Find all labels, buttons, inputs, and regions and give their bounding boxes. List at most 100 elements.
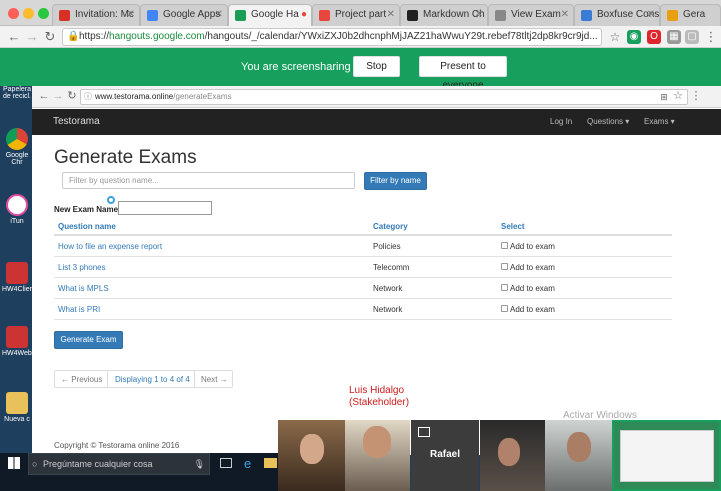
desktop-icon-label: HW4Clien [2, 286, 34, 293]
close-icon[interactable]: ✕ [387, 9, 395, 20]
star-icon[interactable]: ☆ [607, 29, 623, 45]
screen-preview [620, 430, 714, 482]
participant-video-thumbnail[interactable] [278, 420, 345, 491]
question-name-link[interactable]: List 3 phones [58, 263, 106, 272]
inner-address-bar[interactable]: ⓘ www.testorama.online/generateExams [80, 89, 688, 105]
menu-icon[interactable]: ⋮ [703, 29, 719, 45]
nav-exams-dropdown[interactable]: Exams ▾ [644, 117, 675, 126]
browser-tab[interactable]: Boxfuse Cons ✕ [574, 4, 660, 26]
desktop-icon-label: Google Chr [5, 152, 29, 166]
participant-tile-rafael[interactable]: Rafael [411, 420, 479, 491]
browser-tab[interactable]: Markdown Ch ✕ [400, 4, 488, 26]
question-name-link[interactable]: How to file an expense report [58, 242, 162, 251]
forward-icon[interactable]: → [24, 29, 40, 45]
desktop-icon-new-folder[interactable]: Nueva c [2, 392, 32, 423]
participant-video-thumbnail[interactable] [545, 420, 612, 491]
desktop-icon-chrome[interactable]: Google Chr [2, 128, 32, 166]
close-window-button[interactable] [8, 8, 19, 19]
participant-video-thumbnail[interactable] [345, 420, 410, 491]
filter-by-name-button[interactable]: Filter by name [364, 172, 427, 190]
browser-tab[interactable]: Project part ✕ [312, 4, 400, 26]
question-category: Policies [373, 242, 401, 251]
reload-icon[interactable]: ↻ [64, 88, 80, 104]
table-row: What is MPLS Network Add to exam [54, 278, 672, 299]
extension-icon[interactable]: ▦ [667, 30, 681, 44]
add-to-exam-checkbox[interactable] [501, 284, 508, 291]
app-icon [667, 10, 678, 21]
column-header-category[interactable]: Category [373, 222, 408, 231]
nav-questions-dropdown[interactable]: Questions ▾ [587, 117, 629, 126]
question-name-link[interactable]: What is PRI [58, 305, 100, 314]
participant-screen-thumbnail[interactable] [612, 420, 721, 491]
question-name-link[interactable]: What is MPLS [58, 284, 109, 293]
url-path: /hangouts/_/calendar/YWxiZXJ0b2dhcnphMjJ… [204, 31, 598, 42]
filter-input[interactable]: Filter by question name... [62, 172, 355, 189]
extension-icon[interactable]: ▢ [685, 30, 699, 44]
question-category: Telecomm [373, 263, 410, 272]
brand-logo[interactable]: Testorama [53, 116, 100, 127]
address-bar[interactable]: 🔒 https://hangouts.google.com/hangouts/_… [62, 28, 602, 46]
maximize-window-button[interactable] [38, 8, 49, 19]
desktop-icon-recycle-bin[interactable]: Papelera de recicl. [2, 86, 32, 100]
taskbar-search-input[interactable]: ○ Pregúntame cualquier cosa 🎙 [28, 453, 210, 475]
windows-taskbar: ○ Pregúntame cualquier cosa 🎙 e [0, 453, 278, 491]
participant-face [300, 434, 324, 464]
pagination-status: Displaying 1 to 4 of 4 [115, 375, 190, 384]
windows-start-icon[interactable] [8, 457, 20, 469]
desktop-icon-hw4webs[interactable]: HW4Webs [2, 326, 35, 357]
column-header-name[interactable]: Question name [58, 222, 116, 231]
close-icon[interactable]: ✕ [215, 9, 223, 20]
back-icon[interactable]: ← [6, 29, 22, 45]
table-row: List 3 phones Telecomm Add to exam [54, 257, 672, 278]
reload-icon[interactable]: ↻ [42, 29, 58, 45]
browser-tab[interactable]: View Exam ✕ [488, 4, 574, 26]
hangouts-extension-icon[interactable]: ◉ [627, 30, 641, 44]
url-host: hangouts.google.com [109, 31, 205, 42]
screen-share-icon [418, 427, 430, 437]
desktop-icon-label: iTun [10, 218, 24, 225]
add-to-exam-checkbox[interactable] [501, 305, 508, 312]
browser-tab-active[interactable]: Google Ha ● [228, 4, 312, 26]
minimize-window-button[interactable] [23, 8, 34, 19]
stop-button[interactable]: Stop [353, 56, 400, 77]
pagination: ← Previous Displaying 1 to 4 of 4 Next → [54, 370, 233, 388]
browser-tab[interactable]: Google Apps ✕ [140, 4, 228, 26]
search-icon: ○ [32, 459, 38, 469]
desktop-icon-label: Nueva c [4, 416, 30, 423]
inner-url-path: /generateExams [173, 92, 232, 101]
new-exam-name-input[interactable] [118, 201, 212, 215]
next-page-link[interactable]: Next → [201, 375, 228, 384]
participant-face [363, 426, 391, 458]
add-to-exam-checkbox[interactable] [501, 263, 508, 270]
present-to-everyone-button[interactable]: Present to everyone [419, 56, 507, 91]
info-icon: ⓘ [84, 92, 92, 101]
generate-exam-button[interactable]: Generate Exam [54, 331, 123, 349]
footer-copyright: Copyright © Testorama online 2016 [54, 441, 180, 450]
nav-login-link[interactable]: Log In [550, 117, 572, 126]
participant-face [567, 432, 591, 462]
browser-tab[interactable]: Invitation: Mc ✕ [52, 4, 140, 26]
browser-tab[interactable]: Gera [660, 4, 721, 26]
browser-toolbar: ← → ↻ 🔒 https://hangouts.google.com/hang… [0, 26, 721, 48]
close-icon[interactable]: ✕ [647, 9, 655, 20]
previous-page-link[interactable]: ← Previous [61, 375, 102, 384]
desktop-icon-hw4client[interactable]: HW4Clien [2, 262, 34, 293]
browser-tab-strip: Invitation: Mc ✕ Google Apps ✕ Google Ha… [0, 0, 721, 26]
questions-table: Question name Category Select How to fil… [54, 217, 672, 320]
task-view-icon[interactable] [220, 458, 232, 468]
file-icon [6, 326, 28, 348]
close-icon[interactable]: ✕ [127, 9, 135, 20]
participant-video-thumbnail[interactable] [480, 420, 545, 491]
menu-icon[interactable]: ⋮ [688, 88, 704, 104]
desktop-icon-itunes[interactable]: iTun [2, 194, 32, 225]
close-icon[interactable]: ✕ [561, 9, 569, 20]
app-navbar: Testorama Log In Questions ▾ Exams ▾ [32, 109, 721, 135]
add-to-exam-checkbox[interactable] [501, 242, 508, 249]
close-icon[interactable]: ✕ [475, 9, 483, 20]
star-icon[interactable]: ☆ [670, 88, 686, 104]
folder-icon[interactable] [264, 458, 277, 468]
edge-icon[interactable]: e [244, 456, 251, 471]
opera-extension-icon[interactable]: O [647, 30, 661, 44]
cursor-icon [107, 196, 115, 204]
microphone-icon[interactable]: 🎙 [194, 454, 205, 474]
